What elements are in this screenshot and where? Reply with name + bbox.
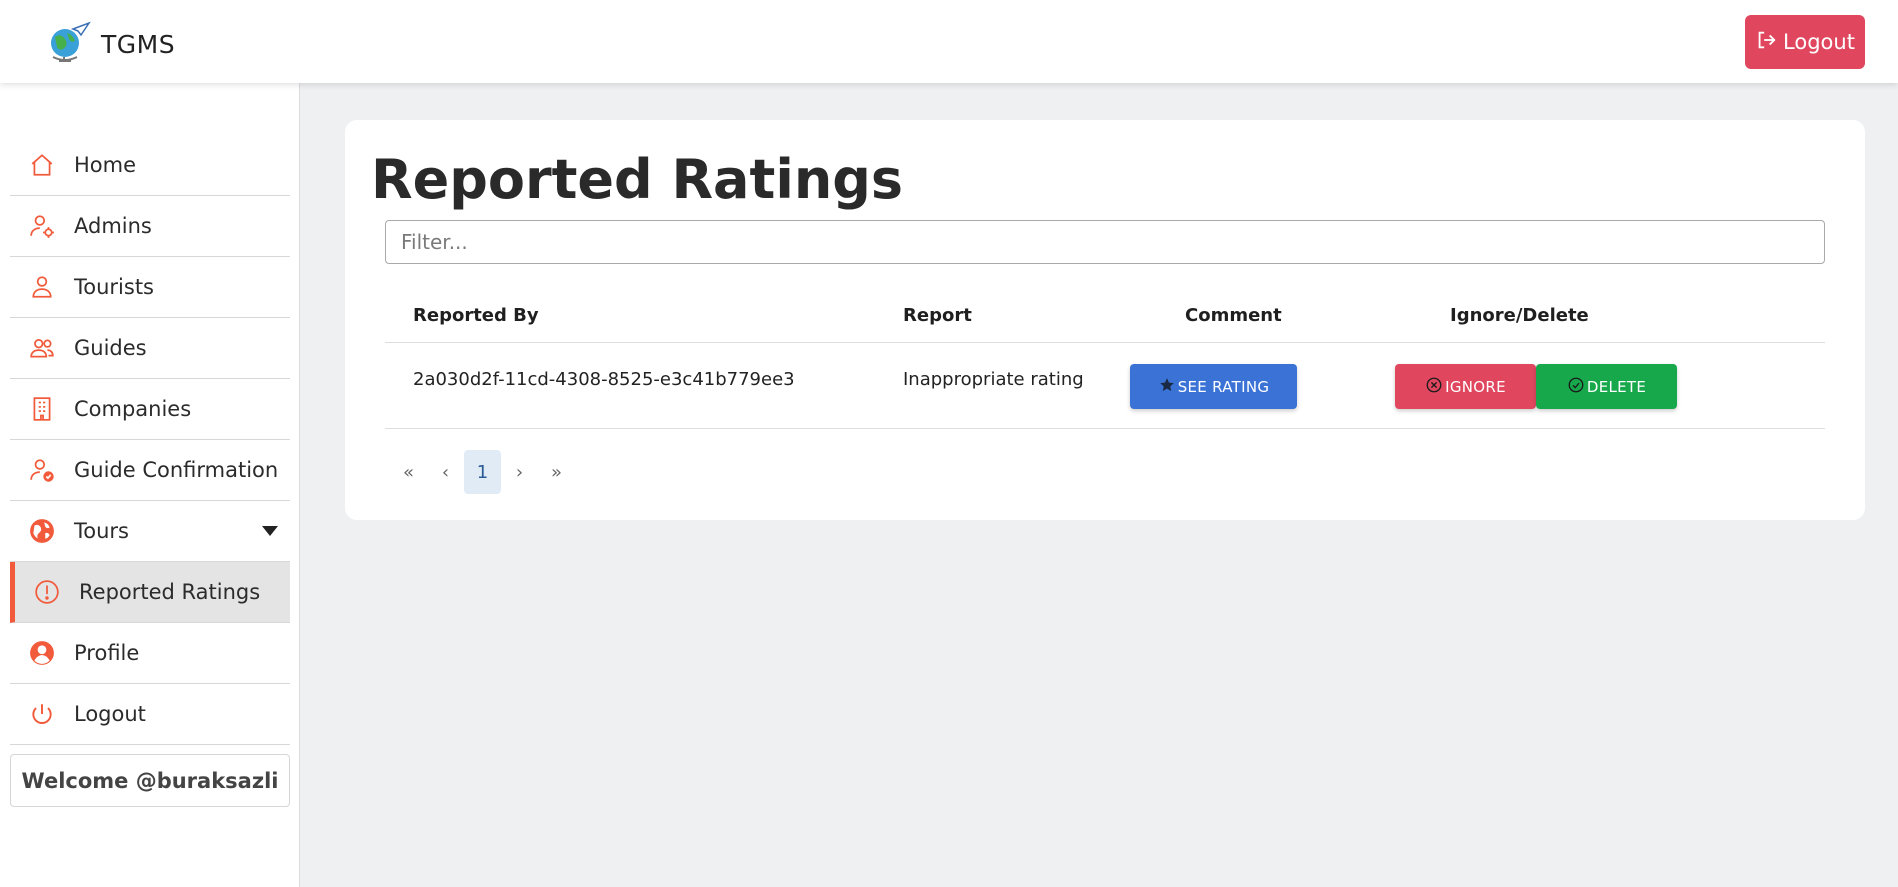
sidebar-item-admins[interactable]: Admins: [10, 196, 290, 257]
sidebar-item-label: Profile: [74, 641, 140, 665]
report-cell: Inappropriate rating: [903, 369, 1084, 390]
header-logout-button[interactable]: Logout: [1745, 15, 1865, 69]
users-icon: [29, 335, 55, 361]
logout-icon: [1755, 29, 1777, 56]
table-header: Reported By Report Comment Ignore/Delete: [385, 285, 1825, 343]
home-icon: [29, 152, 55, 178]
sidebar-item-companies[interactable]: Companies: [10, 379, 290, 440]
power-icon: [29, 701, 55, 727]
prev-page-button[interactable]: ‹: [427, 450, 464, 494]
sidebar: Home Admins Tourists Guides Companies Gu…: [0, 83, 300, 887]
sidebar-item-guide-confirmation[interactable]: Guide Confirmation: [10, 440, 290, 501]
last-page-button[interactable]: »: [538, 450, 575, 494]
delete-label: DELETE: [1586, 377, 1647, 396]
sidebar-item-label: Guides: [74, 336, 147, 360]
sidebar-nav: Home Admins Tourists Guides Companies Gu…: [10, 135, 290, 745]
alert-circle-icon: [34, 579, 60, 605]
ignore-label: IGNORE: [1445, 377, 1506, 396]
sidebar-item-label: Companies: [74, 397, 192, 421]
see-rating-label: SEE RATING: [1177, 377, 1270, 396]
user-gear-icon: [29, 213, 55, 239]
sidebar-item-label: Tours: [74, 519, 129, 543]
brand[interactable]: TGMS: [47, 21, 175, 67]
sidebar-item-tours[interactable]: Tours: [10, 501, 290, 562]
first-page-button[interactable]: «: [390, 450, 427, 494]
chevron-down-icon[interactable]: [262, 526, 278, 536]
building-icon: [29, 396, 55, 422]
sidebar-item-tourists[interactable]: Tourists: [10, 257, 290, 318]
delete-button[interactable]: DELETE: [1536, 364, 1677, 409]
sidebar-item-reported-ratings[interactable]: Reported Ratings: [10, 562, 290, 623]
x-circle-icon: [1425, 376, 1445, 398]
column-header-reported-by[interactable]: Reported By: [413, 305, 539, 326]
next-page-button[interactable]: ›: [501, 450, 538, 494]
app-title: TGMS: [101, 29, 176, 59]
reported-ratings-card: Reported Ratings Reported By Report Comm…: [345, 120, 1865, 520]
column-header-report[interactable]: Report: [903, 305, 972, 326]
sidebar-item-label: Tourists: [74, 275, 155, 299]
see-rating-button[interactable]: SEE RATING: [1130, 364, 1297, 409]
check-circle-icon: [1567, 376, 1587, 398]
globe-icon: [29, 518, 55, 544]
header-logout-label: Logout: [1783, 30, 1855, 54]
ignore-button[interactable]: IGNORE: [1395, 364, 1536, 409]
sidebar-item-home[interactable]: Home: [10, 135, 290, 196]
sidebar-item-label: Home: [74, 153, 137, 177]
sidebar-item-logout[interactable]: Logout: [10, 684, 290, 745]
sidebar-item-label: Guide Confirmation: [74, 458, 279, 482]
reported-by-cell: 2a030d2f-11cd-4308-8525-e3c41b779ee3: [413, 369, 795, 390]
sidebar-item-label: Reported Ratings: [79, 580, 261, 604]
column-header-ignore-delete[interactable]: Ignore/Delete: [1450, 305, 1589, 326]
page-title: Reported Ratings: [371, 148, 904, 211]
table-row: 2a030d2f-11cd-4308-8525-e3c41b779ee3 Ina…: [385, 343, 1825, 429]
sidebar-item-profile[interactable]: Profile: [10, 623, 290, 684]
user-circle-icon: [29, 640, 55, 666]
sidebar-item-label: Logout: [74, 702, 146, 726]
top-bar: TGMS Logout: [0, 0, 1898, 83]
globe-plane-icon: [47, 21, 91, 67]
sidebar-item-label: Admins: [74, 214, 152, 238]
filter-input[interactable]: [385, 220, 1825, 264]
pagination: « ‹ 1 › »: [390, 450, 575, 494]
sidebar-item-guides[interactable]: Guides: [10, 318, 290, 379]
welcome-message: Welcome @buraksazli: [10, 754, 290, 807]
user-check-icon: [29, 457, 55, 483]
page-1-button[interactable]: 1: [464, 450, 501, 494]
star-icon: [1158, 376, 1178, 398]
column-header-comment[interactable]: Comment: [1185, 305, 1282, 326]
user-icon: [29, 274, 55, 300]
